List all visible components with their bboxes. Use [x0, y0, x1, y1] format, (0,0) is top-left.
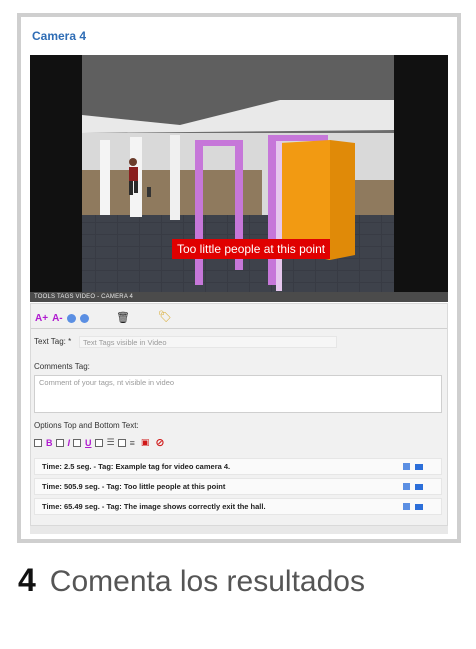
clear-icon[interactable]: ⊘	[155, 436, 164, 449]
edit-icon[interactable]	[415, 464, 423, 470]
tag-row-text: Time: 2.5 seg. - Tag: Example tag for vi…	[42, 462, 231, 471]
tag-icon[interactable]: 🏷	[158, 310, 172, 323]
video-overlay-text: Too little people at this point	[172, 239, 331, 259]
view-icon[interactable]	[403, 483, 410, 490]
align-center-checkbox[interactable]	[117, 438, 126, 447]
italic-icon[interactable]: I	[68, 438, 71, 448]
font-increase-button[interactable]: A+	[35, 313, 48, 324]
align-center-icon[interactable]: ≡	[130, 438, 135, 448]
card-title: Camera 4	[32, 29, 87, 43]
font-decrease-button[interactable]: A-	[52, 313, 63, 324]
camera-card: Camera 4 Too little people at this point…	[17, 13, 461, 543]
format-options-row: B I U ☰ ≡ ▣ ⊘	[34, 436, 165, 449]
play-icon[interactable]	[66, 313, 76, 323]
align-left-icon[interactable]: ☰	[107, 437, 115, 448]
italic-checkbox[interactable]	[55, 438, 64, 447]
tag-row-text: Time: 65.49 seg. - Tag: The image shows …	[42, 502, 266, 511]
step-text: Comenta los resultados	[49, 565, 365, 598]
underline-checkbox[interactable]	[73, 438, 82, 447]
text-tag-input[interactable]: Text Tags visible in Video	[79, 336, 337, 348]
underline-icon[interactable]: U	[85, 438, 92, 448]
video-player[interactable]: Too little people at this point	[30, 55, 448, 302]
align-left-checkbox[interactable]	[94, 438, 103, 447]
options-label: Options Top and Bottom Text:	[34, 421, 139, 430]
bold-checkbox[interactable]	[34, 438, 42, 447]
toolbar: A+ A-	[35, 311, 89, 325]
view-icon[interactable]	[403, 463, 410, 470]
comments-label: Comments Tag:	[34, 362, 90, 371]
bold-icon[interactable]: B	[46, 438, 53, 448]
video-frame	[30, 55, 448, 302]
tag-row[interactable]: Time: 65.49 seg. - Tag: The image shows …	[34, 498, 442, 515]
tag-row[interactable]: Time: 2.5 seg. - Tag: Example tag for vi…	[34, 458, 442, 475]
text-tag-label: Text Tag: *	[34, 337, 72, 346]
view-icon[interactable]	[403, 503, 410, 510]
tag-list: Time: 2.5 seg. - Tag: Example tag for vi…	[34, 458, 442, 515]
tools-bar: TOOLS TAGS VIDEO - CAMERA 4	[30, 292, 448, 302]
panel-footer	[30, 526, 448, 534]
tag-tools-panel: A+ A- 🗑 🏷 Text Tag: * Text Tags visible …	[30, 303, 448, 526]
comments-textarea[interactable]: Comment of your tags, nt visible in vide…	[34, 375, 442, 413]
edit-icon[interactable]	[415, 484, 423, 490]
edit-icon[interactable]	[415, 504, 423, 510]
trash-icon[interactable]: 🗑	[116, 311, 130, 324]
pause-icon[interactable]	[79, 313, 89, 323]
divider	[31, 328, 447, 329]
tag-row-text: Time: 505.9 seg. - Tag: Too little peopl…	[42, 482, 226, 491]
step-caption: 4 Comenta los resultados	[18, 562, 365, 599]
step-number: 4	[18, 562, 36, 598]
color-icon[interactable]: ▣	[141, 437, 150, 448]
tag-row[interactable]: Time: 505.9 seg. - Tag: Too little peopl…	[34, 478, 442, 495]
